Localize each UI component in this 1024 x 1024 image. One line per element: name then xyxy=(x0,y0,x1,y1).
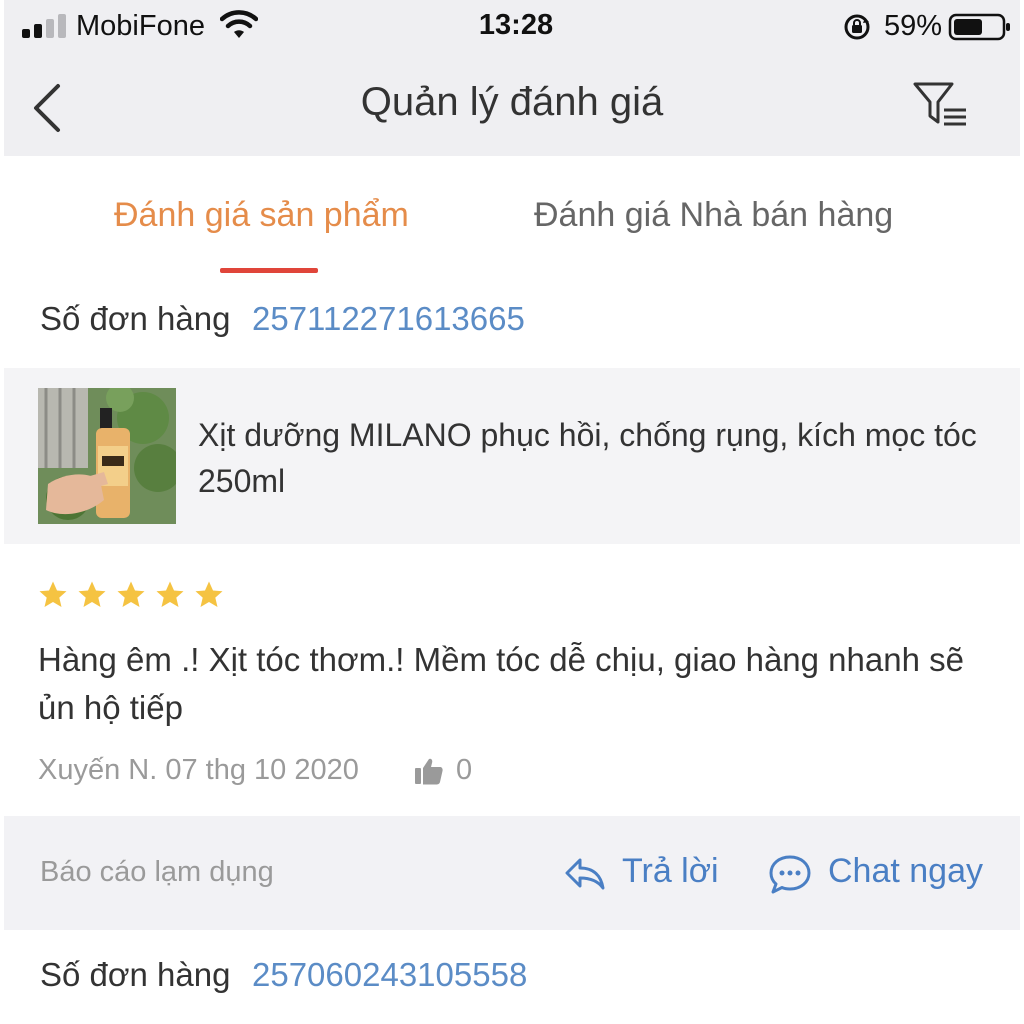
tab-seller-reviews[interactable]: Đánh giá Nhà bán hàng xyxy=(534,196,893,235)
review-tabs: Đánh giá sản phẩm Đánh giá Nhà bán hàng xyxy=(4,156,1020,276)
chat-now-label: Chat ngay xyxy=(828,852,983,890)
page-title: Quản lý đánh giá xyxy=(360,80,664,124)
active-tab-indicator xyxy=(220,268,318,273)
thumbs-up-icon xyxy=(415,758,443,785)
like-count: 0 xyxy=(456,754,473,786)
product-name: Xịt dưỡng MILANO phục hồi, chống rụng, k… xyxy=(198,417,977,499)
order-row: Số đơn hàng 257112271613665 xyxy=(4,276,1020,366)
star-icon xyxy=(156,581,184,607)
star-icon xyxy=(78,581,106,607)
review-text: Hàng êm .! Xịt tóc thơm.! Mềm tóc dễ chị… xyxy=(38,641,964,726)
reply-label: Trả lời xyxy=(622,852,719,890)
tab-product-reviews[interactable]: Đánh giá sản phẩm xyxy=(114,196,409,235)
product-thumbnail xyxy=(38,388,176,524)
rotation-lock-icon xyxy=(844,14,870,40)
reply-icon xyxy=(565,858,605,890)
star-icon xyxy=(117,581,145,607)
order-number-link[interactable]: 257060243105558 xyxy=(252,956,527,994)
star-icon xyxy=(195,581,223,607)
order-number-link[interactable]: 257112271613665 xyxy=(252,300,525,338)
order-label: Số đơn hàng xyxy=(40,956,231,993)
product-row[interactable]: Xịt dưỡng MILANO phục hồi, chống rụng, k… xyxy=(4,368,1020,544)
status-bar: MobiFone 13:28 59% xyxy=(4,0,1020,56)
reviewer-and-date: Xuyến N. 07 thg 10 2020 xyxy=(38,754,359,786)
battery-icon xyxy=(948,13,1010,41)
battery-percent: 59% xyxy=(884,10,943,42)
star-icon xyxy=(39,581,67,607)
order-label: Số đơn hàng xyxy=(40,300,231,337)
filter-button[interactable] xyxy=(912,80,970,130)
review-management-screen: MobiFone 13:28 59% Quản lý đánh giá Đánh… xyxy=(0,0,1024,1024)
report-abuse-link[interactable]: Báo cáo lạm dụng xyxy=(40,856,274,889)
chat-bubble-icon xyxy=(769,855,811,894)
nav-bar: Quản lý đánh giá xyxy=(4,56,1020,156)
rating-stars xyxy=(38,580,233,616)
review-action-bar: Báo cáo lạm dụng Trả lời Chat ngay xyxy=(4,816,1020,930)
order-row: Số đơn hàng 257060243105558 xyxy=(4,932,1020,1022)
